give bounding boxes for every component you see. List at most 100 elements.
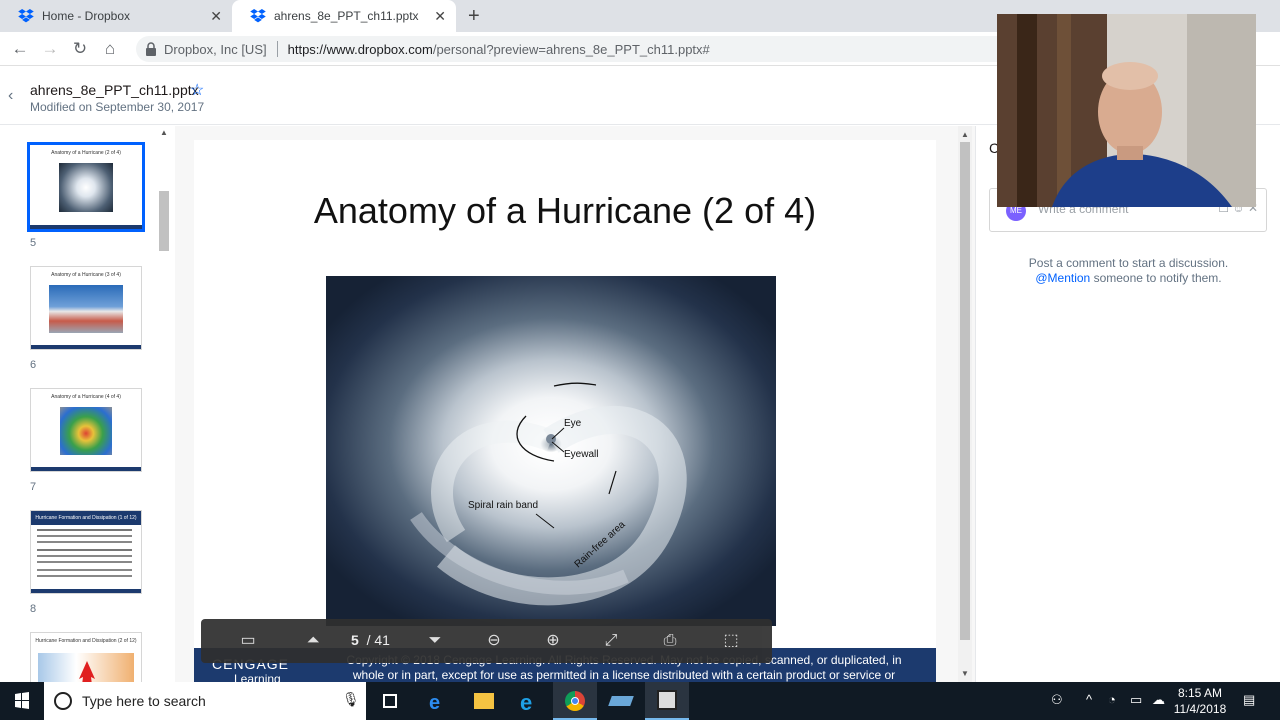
flame-shape [79,661,95,682]
thumbnail-title: Anatomy of a Hurricane (4 of 4) [51,394,121,400]
total-pages: / 41 [366,632,390,648]
eye-label: Eye [564,418,582,429]
comments-hint-line2: @Mention someone to notify them. [976,271,1280,286]
search-placeholder: Type here to search [82,693,206,709]
show-hidden-icons-chevron-icon[interactable]: ^ [1086,692,1092,707]
webcam-overlay [997,14,1256,207]
eyewall-label: Eyewall [564,449,598,460]
current-page[interactable]: 5 [351,632,359,648]
clock-date: 11/4/2018 [1173,702,1227,716]
thumbnail-footer [31,345,141,349]
scroll-up-arrow-icon[interactable]: ▲ [158,128,170,137]
slide-viewer: Anatomy of a Hurricane (2 of 4) Eye Eyew… [175,126,975,696]
thumbnail-number: 8 [30,603,37,615]
internet-explorer-icon[interactable]: e [507,682,551,720]
comments-hint: Post a comment to start a discussion. @M… [976,256,1280,286]
add-comment-region-icon[interactable]: ⬚ [720,630,742,652]
scrollbar-thumb[interactable] [159,191,169,251]
site-org: Dropbox, Inc [US] [164,41,267,57]
fullscreen-icon[interactable]: ⤢ [600,630,622,652]
windows-taskbar: Type here to search 🎙 e e ⚇ ^ ◔ ▭ ☁ 8:15… [0,682,1280,720]
onedrive-icon[interactable]: ☁ [1152,692,1165,708]
previous-page-icon[interactable]: ⏶ [302,630,324,652]
file-name: ahrens_8e_PPT_ch11.pptx [30,82,199,98]
thumbnail-number: 5 [30,237,37,249]
thumbnail-scrollbar[interactable]: ▲ [158,126,170,682]
scroll-up-arrow-icon[interactable]: ▲ [958,130,972,139]
thumbnail-title: Hurricane Formation and Dissipation (2 o… [35,638,137,644]
comments-hint-rest: someone to notify them. [1090,271,1222,285]
url-host: https://www.dropbox.com [287,41,433,57]
dropbox-icon [18,9,34,23]
reload-icon[interactable]: ↻ [69,38,91,60]
cortana-icon [54,692,72,710]
back-arrow-icon[interactable]: ← [9,38,31,60]
new-tab-button[interactable]: + [468,5,480,28]
people-icon[interactable]: ⚇ [1051,692,1063,708]
address-bar[interactable]: Dropbox, Inc [US] https://www.dropbox.co… [136,36,1136,62]
windows-logo-icon [15,692,29,709]
thumbnail-title: Anatomy of a Hurricane (3 of 4) [51,272,121,278]
thumbnail-footer [31,467,141,471]
scroll-down-arrow-icon[interactable]: ▼ [958,669,972,678]
lock-icon [146,42,156,56]
viewer-scrollbar[interactable]: ▲ ▼ [958,126,972,682]
next-page-icon[interactable]: ⏷ [424,630,446,652]
forward-arrow-icon[interactable]: → [39,38,61,60]
taskbar-search[interactable]: Type here to search 🎙 [44,682,366,720]
tab-ahrens-pptx[interactable]: ahrens_8e_PPT_ch11.pptx ✕ [232,0,456,32]
dropbox-icon [250,9,266,23]
print-icon[interactable]: ⎙ [659,630,681,652]
thumbnail-footer [31,589,141,593]
tab-home-dropbox[interactable]: Home - Dropbox ✕ [0,0,232,32]
slide-thumbnail[interactable]: Anatomy of a Hurricane (2 of 4) [27,142,145,232]
tab-label: ahrens_8e_PPT_ch11.pptx [274,9,419,23]
slide-thumbnail[interactable]: Anatomy of a Hurricane (3 of 4) [30,266,142,350]
file-modified: Modified on September 30, 2017 [30,100,205,114]
microphone-icon[interactable]: 🎙 [342,691,360,708]
zoom-out-icon[interactable]: ⊖ [483,630,505,652]
slide-thumbnail[interactable]: Hurricane Formation and Dissipation (2 o… [30,632,142,682]
thumbnail-number: 6 [30,359,37,371]
slide-thumbnail[interactable]: Anatomy of a Hurricane (4 of 4) [30,388,142,472]
page-indicator: 5 / 41 [351,632,407,648]
scanner-app-icon[interactable] [599,682,643,720]
action-center-icon[interactable]: ▤ [1243,692,1255,708]
thumbnail-panel: Anatomy of a Hurricane (2 of 4) 5 Anatom… [0,126,175,682]
recording-app-icon[interactable] [645,682,689,720]
home-icon[interactable]: ⌂ [99,38,121,60]
scrollbar-thumb[interactable] [960,142,970,640]
comments-hint-line1: Post a comment to start a discussion. [1028,256,1229,270]
battery-icon[interactable]: ▭ [1130,692,1142,708]
spiral-rain-band-label: Spiral rain band [468,500,538,511]
network-icon[interactable]: ◔ [1108,692,1116,707]
slide-thumbnail[interactable]: Hurricane Formation and Dissipation (1 o… [30,510,142,594]
presenter-video [997,14,1256,207]
viewer-controls: ▭ ⏶ 5 / 41 ⏷ ⊖ ⊕ ⤢ ⎙ ⬚ [201,619,772,663]
star-icon[interactable]: ☆ [190,80,204,100]
hurricane-satellite-image: Eye Eyewall Spiral rain band Rain-free a… [326,276,776,626]
close-tab-icon[interactable]: ✕ [210,8,222,25]
thumbnail-footer [30,225,142,229]
thumbnail-number: 7 [30,481,37,493]
task-view-icon[interactable] [368,682,412,720]
url-path: /personal?preview=ahrens_8e_PPT_ch11.ppt… [432,41,710,57]
slide: Anatomy of a Hurricane (2 of 4) Eye Eyew… [194,140,936,696]
thumbnail-image [48,285,124,333]
back-chevron-icon[interactable]: ‹ [8,87,13,105]
file-explorer-icon[interactable] [461,682,505,720]
close-tab-icon[interactable]: ✕ [434,8,446,25]
chrome-icon[interactable] [553,682,597,720]
mention-link[interactable]: @Mention [1035,271,1090,285]
thumbnail-image [59,407,113,455]
system-clock[interactable]: 8:15 AM 11/4/2018 [1170,685,1230,717]
zoom-in-icon[interactable]: ⊕ [542,630,564,652]
thumbnail-image [59,163,113,213]
thumbnail-text-lines [37,529,132,531]
comments-panel: C ME Write a comment ☐ ☺ ✕ Post a commen… [975,126,1280,682]
edge-icon[interactable]: e [416,682,460,720]
address-separator [276,41,278,57]
thumbnail-title: Anatomy of a Hurricane (2 of 4) [51,150,121,156]
windows-start-button[interactable] [0,682,44,720]
toggle-thumbnails-icon[interactable]: ▭ [237,630,259,652]
